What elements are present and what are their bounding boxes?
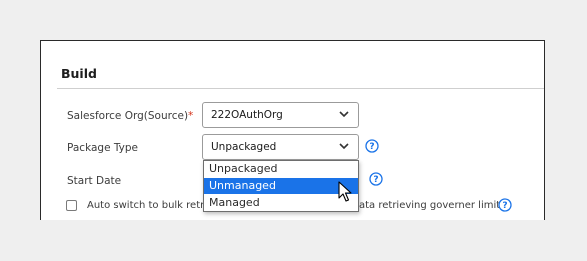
package-type-value: Unpackaged [211,141,277,153]
package-type-label: Package Type [67,142,138,154]
svg-text:?: ? [369,142,374,152]
org-select[interactable]: 222OAuthOrg [202,102,359,128]
required-mark: * [188,110,194,122]
build-panel: Build Salesforce Org(Source)* 222OAuthOr… [40,40,545,220]
bulk-retrieve-label-right: ata retrieving governer limit [359,200,501,211]
help-icon[interactable]: ? [498,198,512,212]
help-icon[interactable]: ? [369,172,383,186]
start-date-label: Start Date [67,175,122,187]
section-divider [57,88,544,89]
section-title: Build [61,66,97,81]
package-type-select[interactable]: Unpackaged [202,134,359,160]
help-icon[interactable]: ? [365,139,379,153]
svg-text:?: ? [373,175,378,185]
package-type-dropdown: Unpackaged Unmanaged Managed [203,160,359,212]
chevron-down-icon [339,111,349,118]
chevron-down-icon [339,143,349,150]
svg-text:?: ? [502,201,507,211]
bulk-retrieve-checkbox[interactable] [66,200,77,211]
org-select-value: 222OAuthOrg [211,109,283,121]
bulk-retrieve-label-left: Auto switch to bulk retri [87,200,208,211]
dropdown-option-unpackaged[interactable]: Unpackaged [204,161,358,177]
mouse-cursor-icon [338,181,352,202]
dropdown-option-unmanaged[interactable]: Unmanaged [204,178,358,194]
org-label: Salesforce Org(Source)* [67,110,194,122]
dropdown-option-managed[interactable]: Managed [204,195,358,211]
